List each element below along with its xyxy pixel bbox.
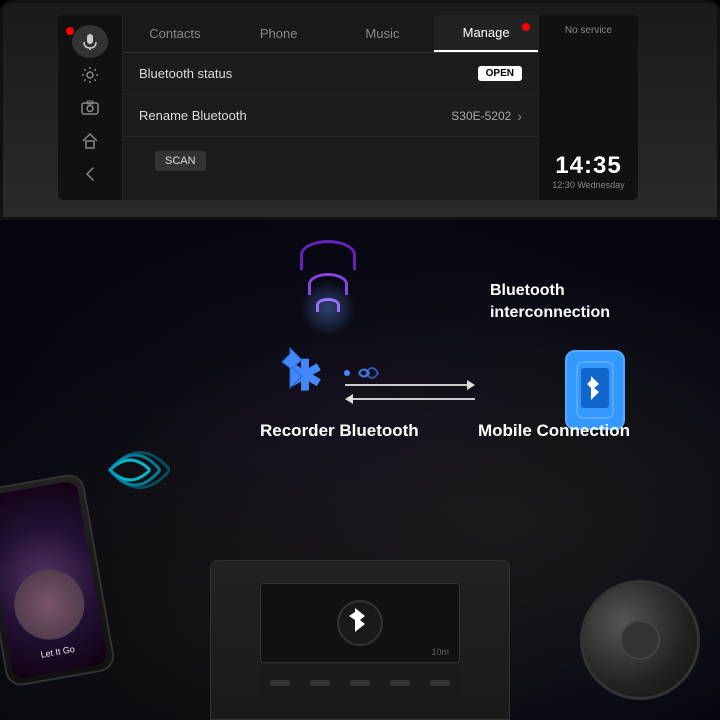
- clock-time: 14:35: [552, 152, 624, 180]
- dashboard-section: Contacts Phone Music Manage Bluetooth st…: [0, 0, 720, 220]
- clock-date: 12:30 Wednesday: [552, 180, 624, 190]
- stereo-display: 10m: [260, 583, 460, 663]
- bottom-section: ✱ Bluetoothinterconnection: [0, 220, 720, 720]
- device-name: S30E-5202: [451, 109, 511, 123]
- wave-large: [300, 240, 356, 270]
- steering-wheel: [580, 580, 700, 700]
- clock-display: 14:35 12:30 Wednesday: [552, 152, 624, 190]
- dashboard-screen: Contacts Phone Music Manage Bluetooth st…: [58, 15, 638, 200]
- notification-dot: [522, 23, 530, 31]
- tab-contacts[interactable]: Contacts: [123, 15, 227, 52]
- bt-interconnect-label: Bluetoothinterconnection: [490, 280, 610, 325]
- arrow-head-right: [467, 380, 475, 390]
- open-badge: OPEN: [478, 66, 522, 81]
- arrow-right: [345, 380, 475, 390]
- rename-bluetooth-item[interactable]: Rename Bluetooth S30E-5202 ›: [123, 95, 538, 137]
- arrow-left: [345, 394, 475, 404]
- back-icon[interactable]: [72, 157, 108, 190]
- tab-music[interactable]: Music: [331, 15, 435, 52]
- bluetooth-status-label: Bluetooth status: [139, 66, 232, 81]
- wheel-outer: [580, 580, 700, 700]
- ctrl-button-5[interactable]: [430, 680, 450, 686]
- ctrl-button-4[interactable]: [390, 680, 410, 686]
- phone-icon-right: [565, 350, 625, 430]
- home-icon[interactable]: [72, 124, 108, 157]
- tab-phone[interactable]: Phone: [227, 15, 331, 52]
- tab-manage[interactable]: Manage: [434, 15, 538, 52]
- bluetooth-icon-large: ✱: [270, 340, 340, 410]
- ctrl-button-1[interactable]: [270, 680, 290, 686]
- cyan-waves: [90, 430, 170, 515]
- car-stereo: 10m: [210, 560, 510, 720]
- ctrl-button-3[interactable]: [350, 680, 370, 686]
- left-sidebar: [58, 15, 123, 200]
- stereo-controls: [260, 668, 460, 698]
- rename-bluetooth-value: S30E-5202 ›: [451, 108, 522, 124]
- mic-icon[interactable]: [72, 25, 108, 58]
- chevron-right-icon: ›: [517, 108, 522, 124]
- scan-row: SCAN: [123, 137, 538, 185]
- nav-tabs: Contacts Phone Music Manage: [123, 15, 538, 53]
- menu-area: Bluetooth status OPEN Rename Bluetooth S…: [123, 53, 538, 200]
- bluetooth-status-item[interactable]: Bluetooth status OPEN: [123, 53, 538, 95]
- gear-icon[interactable]: [72, 58, 108, 91]
- wheel-inner: [620, 620, 660, 660]
- rename-bluetooth-label: Rename Bluetooth: [139, 108, 247, 123]
- song-title: Let It Go: [40, 644, 76, 660]
- recorder-bt-label: Recorder Bluetooth: [260, 420, 419, 442]
- scan-button[interactable]: SCAN: [155, 151, 206, 171]
- bt-glow: [300, 280, 356, 336]
- status-dot-left: [66, 27, 74, 35]
- no-service-text: No service: [565, 25, 612, 36]
- stereo-distance: 10m: [431, 647, 449, 657]
- bluetooth-status-value: OPEN: [478, 66, 522, 81]
- album-person-image: [9, 564, 90, 645]
- arrow-head-left: [345, 394, 353, 404]
- arrows-container: [345, 380, 475, 404]
- mobile-connection-label: Mobile Connection: [478, 420, 630, 442]
- camera-icon[interactable]: [72, 91, 108, 124]
- main-content: Contacts Phone Music Manage Bluetooth st…: [123, 15, 538, 200]
- ctrl-button-2[interactable]: [310, 680, 330, 686]
- right-status: No service 14:35 12:30 Wednesday: [538, 15, 638, 200]
- sound-dot: [344, 370, 350, 376]
